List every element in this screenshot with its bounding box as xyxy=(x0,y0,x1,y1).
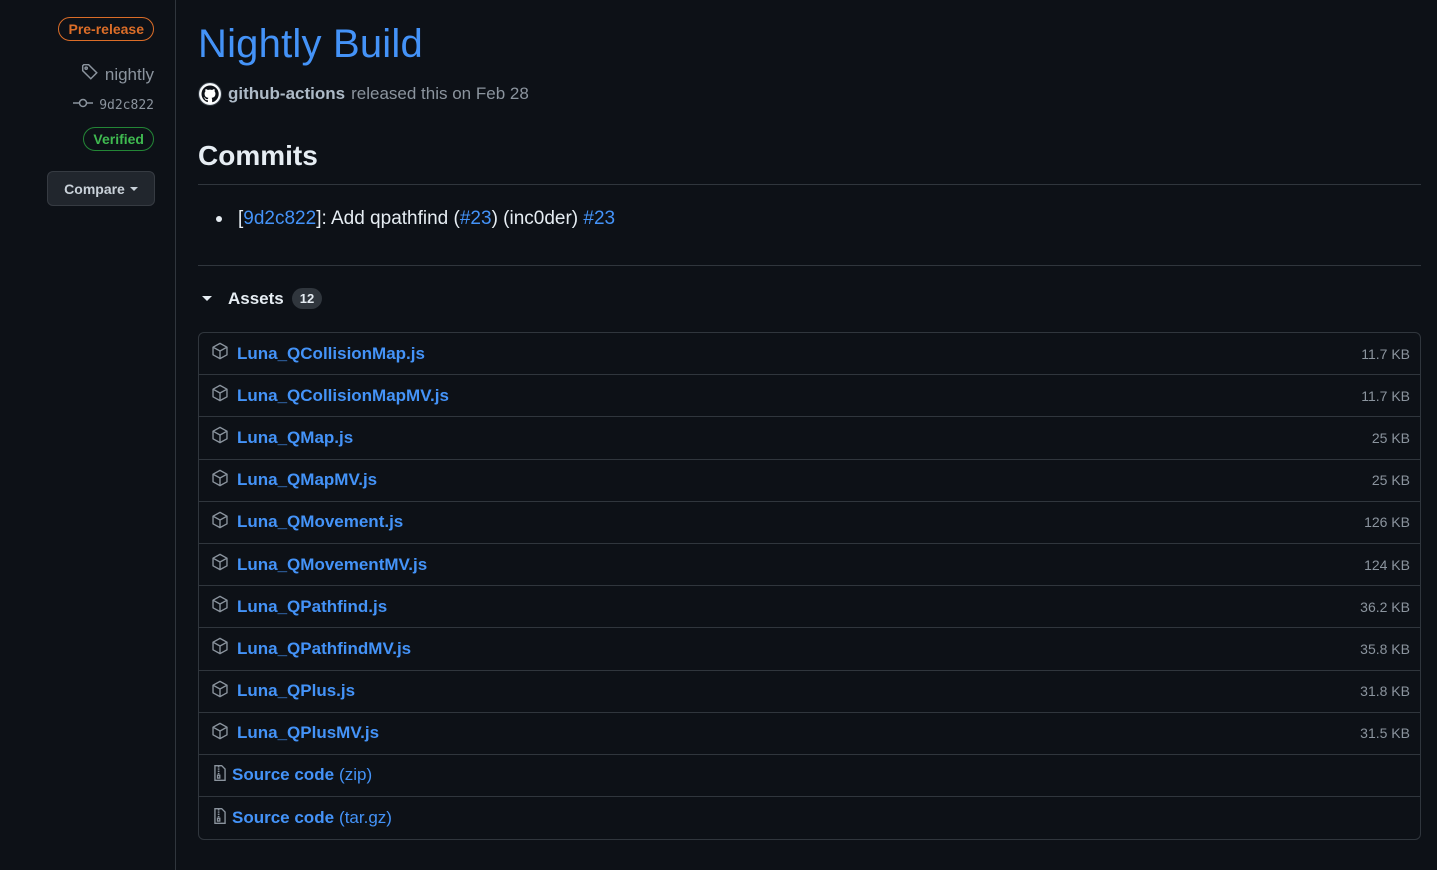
github-avatar-icon[interactable] xyxy=(198,82,222,106)
package-icon xyxy=(211,680,229,703)
asset-download-link[interactable]: Luna_QCollisionMap.js xyxy=(237,344,425,364)
commit-list-item: [ 9d2c822 ]: Add qpathfind ( #23 ) (inc0… xyxy=(216,208,615,230)
package-icon xyxy=(211,469,229,492)
assets-toggle[interactable]: Assets 12 xyxy=(202,288,323,309)
tag-icon xyxy=(81,63,99,86)
asset-download-link[interactable]: Luna_QCollisionMapMV.js xyxy=(237,386,449,406)
asset-size: 35.8 KB xyxy=(1360,640,1410,657)
asset-row: Luna_QMap.js 25 KB xyxy=(199,417,1420,460)
asset-row: Luna_QMapMV.js 25 KB xyxy=(199,460,1420,502)
asset-size: 36.2 KB xyxy=(1360,598,1410,615)
commit-icon xyxy=(73,97,94,113)
asset-row: Luna_QPathfind.js 36.2 KB xyxy=(199,586,1420,629)
asset-size: 126 KB xyxy=(1364,514,1410,531)
package-icon xyxy=(211,511,229,534)
commit-link[interactable]: 9d2c822 xyxy=(73,97,154,113)
source-code-ext[interactable]: (tar.gz) xyxy=(339,808,392,828)
triangle-down-icon xyxy=(202,296,212,301)
asset-download-link[interactable]: Luna_QMapMV.js xyxy=(237,470,377,490)
verified-badge[interactable]: Verified xyxy=(83,127,154,151)
source-code-row: Source code (zip) xyxy=(199,755,1420,798)
release-title[interactable]: Nightly Build xyxy=(198,22,423,67)
asset-size: 31.5 KB xyxy=(1360,725,1410,742)
package-icon xyxy=(211,595,229,618)
assets-count-badge: 12 xyxy=(291,288,323,309)
asset-download-link[interactable]: Luna_QPathfind.js xyxy=(237,597,387,617)
asset-row: Luna_QMovement.js 126 KB xyxy=(199,502,1420,544)
commit-message-end: ) (inc0der) xyxy=(491,208,584,229)
package-icon xyxy=(211,722,229,745)
file-zip-icon xyxy=(211,807,229,830)
package-icon xyxy=(211,384,229,407)
release-sidebar: Pre-release nightly 9d2c822 Verified Com… xyxy=(0,0,176,870)
compare-label: Compare xyxy=(64,180,125,197)
asset-row: Luna_QCollisionMap.js 11.7 KB xyxy=(199,333,1420,376)
commit-pr-link[interactable]: #23 xyxy=(583,208,615,230)
release-author[interactable]: github-actions xyxy=(228,84,345,104)
package-icon xyxy=(211,426,229,449)
caret-down-icon xyxy=(129,187,138,191)
tag-link[interactable]: nightly xyxy=(81,63,154,86)
asset-row: Luna_QMovementMV.js 124 KB xyxy=(199,544,1420,587)
file-zip-icon xyxy=(211,764,229,787)
compare-button[interactable]: Compare xyxy=(47,171,155,206)
release-byline: github-actions released this on Feb 28 xyxy=(198,82,529,106)
source-code-row: Source code (tar.gz) xyxy=(199,797,1420,839)
asset-size: 11.7 KB xyxy=(1361,345,1410,362)
asset-row: Luna_QPlus.js 31.8 KB xyxy=(199,671,1420,713)
tag-name: nightly xyxy=(104,64,154,84)
assets-heading: Assets xyxy=(228,288,284,308)
commits-heading: Commits xyxy=(198,140,1421,185)
commit-sha: 9d2c822 xyxy=(99,97,154,113)
asset-size: 25 KB xyxy=(1371,429,1410,446)
section-divider xyxy=(198,265,1421,266)
asset-row: Luna_QPathfindMV.js 35.8 KB xyxy=(199,628,1420,671)
asset-download-link[interactable]: Luna_QMap.js xyxy=(237,428,353,448)
asset-size: 25 KB xyxy=(1371,472,1410,489)
package-icon xyxy=(211,342,229,365)
asset-download-link[interactable]: Luna_QMovementMV.js xyxy=(237,555,427,575)
asset-download-link[interactable]: Luna_QPlus.js xyxy=(237,681,355,701)
asset-download-link[interactable]: Luna_QMovement.js xyxy=(237,512,403,532)
commit-pr-ref-link[interactable]: #23 xyxy=(460,208,492,230)
commit-message-start: ]: Add qpathfind ( xyxy=(316,208,460,229)
asset-size: 124 KB xyxy=(1364,556,1410,573)
asset-row: Luna_QCollisionMapMV.js 11.7 KB xyxy=(199,375,1420,418)
asset-size: 31.8 KB xyxy=(1360,683,1410,700)
source-code-link[interactable]: Source code xyxy=(232,765,334,785)
asset-list: Luna_QCollisionMap.js 11.7 KB Luna_QCollis… xyxy=(198,332,1421,841)
prerelease-badge: Pre-release xyxy=(58,17,154,41)
list-bullet xyxy=(216,216,222,222)
source-code-ext[interactable]: (zip) xyxy=(339,765,372,785)
asset-download-link[interactable]: Luna_QPlusMV.js xyxy=(237,723,379,743)
commit-sha-link[interactable]: 9d2c822 xyxy=(243,208,316,230)
asset-row: Luna_QPlusMV.js 31.5 KB xyxy=(199,713,1420,755)
package-icon xyxy=(211,637,229,660)
asset-download-link[interactable]: Luna_QPathfindMV.js xyxy=(237,639,411,659)
package-icon xyxy=(211,553,229,576)
release-date-text: released this on Feb 28 xyxy=(351,84,529,103)
asset-size: 11.7 KB xyxy=(1361,387,1410,404)
source-code-link[interactable]: Source code xyxy=(232,808,334,828)
